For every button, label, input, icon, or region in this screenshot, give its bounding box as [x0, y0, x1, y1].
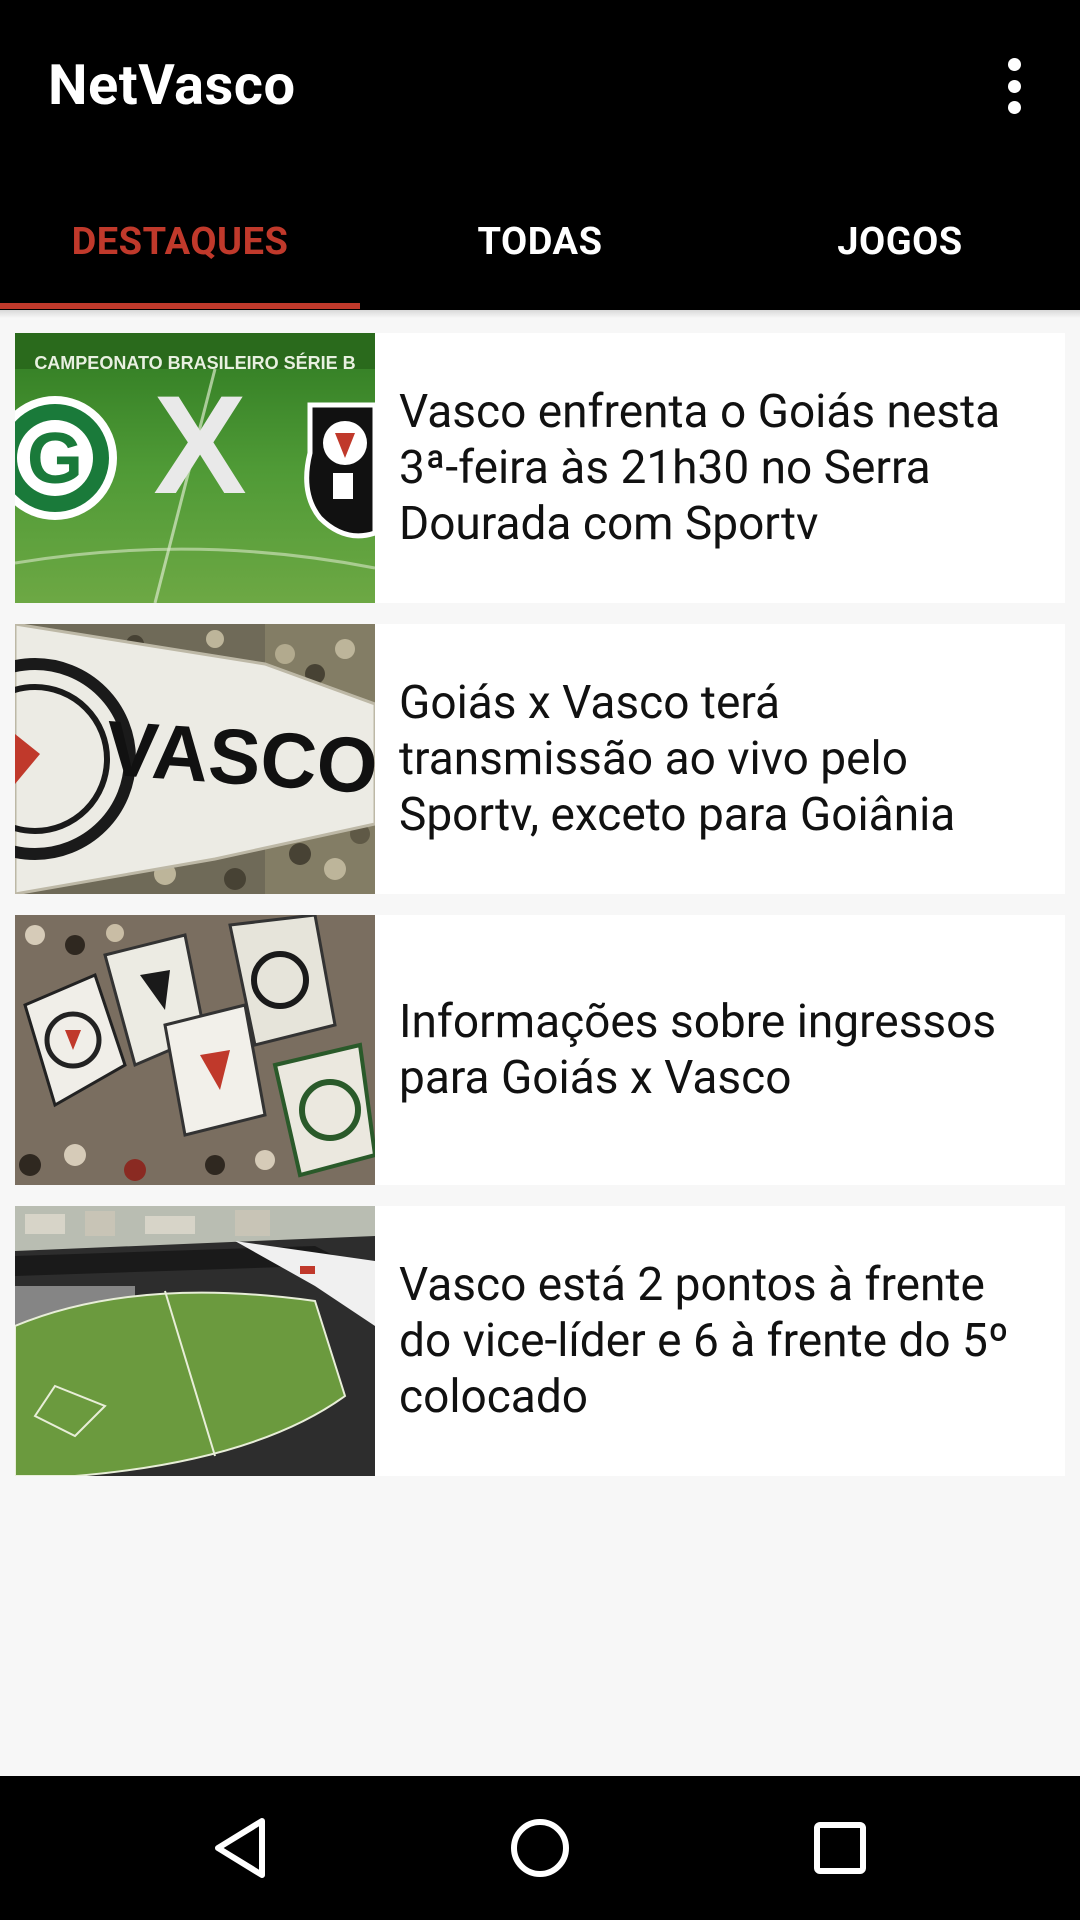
news-title: Vasco está 2 pontos à frente do vice-líd… — [399, 1258, 1009, 1424]
back-icon[interactable] — [200, 1816, 280, 1880]
overflow-menu-icon[interactable] — [990, 58, 1038, 114]
system-nav-bar — [0, 1776, 1080, 1920]
tab-jogos[interactable]: JOGOS — [720, 170, 1080, 310]
svg-text:X: X — [153, 366, 246, 523]
recents-icon[interactable] — [800, 1816, 880, 1880]
news-thumbnail — [15, 915, 375, 1185]
news-thumbnail: VASCO — [15, 624, 375, 894]
app-bar-shadow — [0, 310, 1080, 318]
active-tab-indicator — [0, 303, 360, 309]
news-title: Goiás x Vasco terá transmissão ao vivo p… — [399, 676, 956, 842]
news-title: Vasco enfrenta o Goiás nesta 3ª-feira às… — [399, 385, 1001, 551]
tab-bar: DESTAQUES TODAS JOGOS — [0, 170, 1080, 310]
app-title: NetVasco — [48, 52, 296, 118]
news-title: Informações sobre ingressos para Goiás x… — [399, 995, 997, 1105]
tab-destaques[interactable]: DESTAQUES — [0, 170, 360, 310]
news-card[interactable]: Vasco está 2 pontos à frente do vice-líd… — [15, 1206, 1065, 1476]
app-bar: NetVasco DESTAQUES TODAS JOGOS — [0, 0, 1080, 310]
news-list: CAMPEONATO BRASILEIRO SÉRIE B G X Vasco … — [15, 333, 1065, 1497]
tab-todas[interactable]: TODAS — [360, 170, 720, 310]
news-card[interactable]: Informações sobre ingressos para Goiás x… — [15, 915, 1065, 1185]
svg-text:G: G — [27, 419, 83, 499]
news-thumbnail: CAMPEONATO BRASILEIRO SÉRIE B G X — [15, 333, 375, 603]
news-card[interactable]: CAMPEONATO BRASILEIRO SÉRIE B G X Vasco … — [15, 333, 1065, 603]
news-thumbnail — [15, 1206, 375, 1476]
news-card[interactable]: VASCO Goiás x Vasco terá transmissão ao … — [15, 624, 1065, 894]
home-icon[interactable] — [500, 1816, 580, 1880]
